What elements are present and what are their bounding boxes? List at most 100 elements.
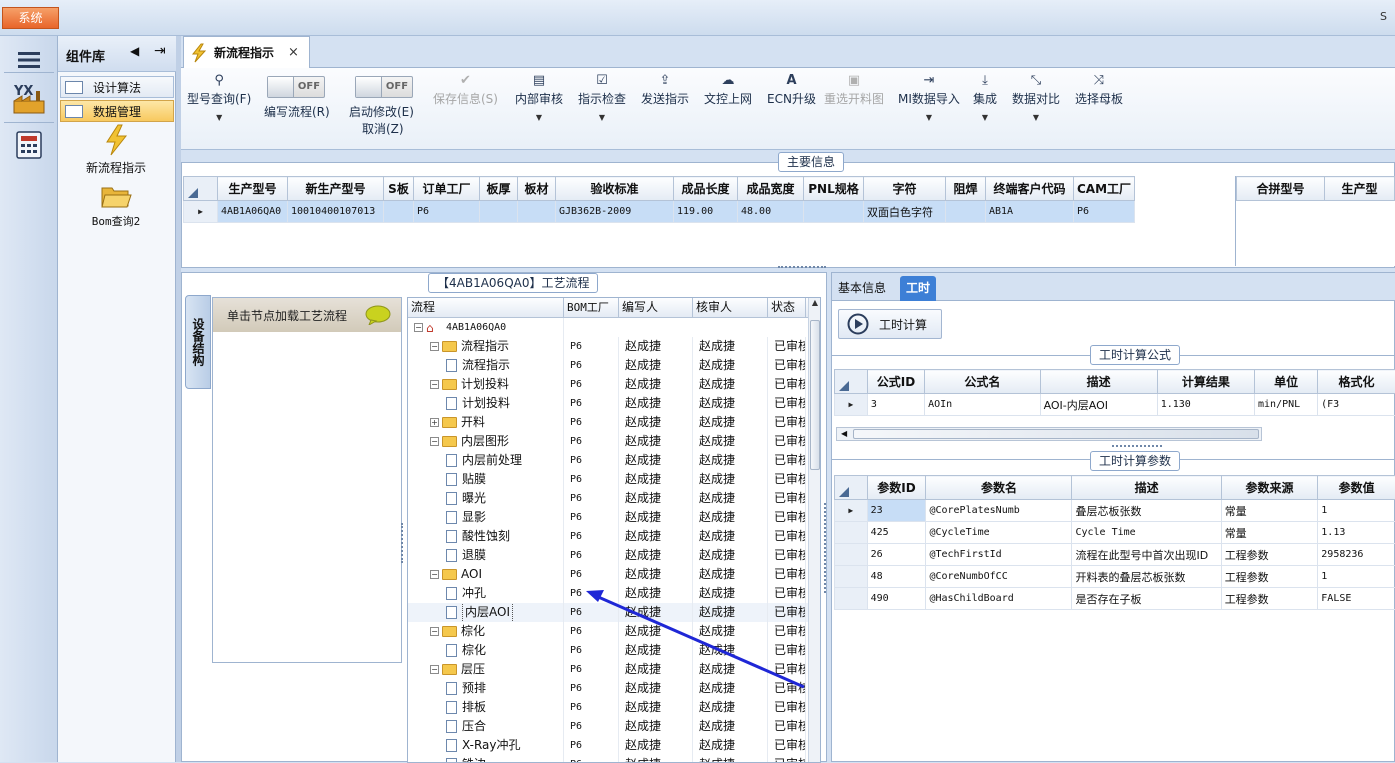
scroll-left-icon[interactable]: ◀ [841,428,847,440]
tab-work-hours[interactable]: 工时 [900,276,936,301]
row-indicator[interactable]: ▶ [835,394,868,416]
table-cell[interactable]: 10010400107013 [288,201,384,223]
data-compare-button[interactable]: ⤡ 数据对比 ▼ [1012,72,1060,132]
table-cell[interactable]: @CorePlatesNumb [926,500,1072,522]
tree-row[interactable]: −计划投料P6赵成捷赵成捷已审核 [408,375,820,394]
table-cell[interactable] [946,201,986,223]
table-cell[interactable]: (F3 [1318,394,1395,416]
tree-row[interactable]: −内层图形P6赵成捷赵成捷已审核 [408,432,820,451]
column-header[interactable]: 公式名 [925,370,1040,394]
tree-row[interactable]: 曝光P6赵成捷赵成捷已审核 [408,489,820,508]
tab-close-icon[interactable]: × [288,45,299,60]
edit-flow-toggle[interactable]: OFF [267,76,325,98]
scroll-up-icon[interactable]: ▲ [809,298,821,307]
column-header[interactable]: 阻焊 [946,177,986,201]
table-cell[interactable]: 48 [867,566,926,588]
send-instruction-button[interactable]: ⇪ 发送指示 [641,72,689,132]
table-row[interactable]: ▶4AB1A06QA010010400107013P6GJB362B-20091… [184,201,1135,223]
column-header[interactable]: 公式ID [867,370,924,394]
table-row[interactable]: ▶23@CorePlatesNumb叠层芯板张数常量1 [835,500,1395,522]
formula-h-scrollbar[interactable]: ◀ [836,427,1262,441]
tab-new-flow-instruction[interactable]: 新流程指示 × [183,36,310,68]
model-query-button[interactable]: ⚲ 型号查询(F) ▼ [187,72,251,132]
collapse-icon[interactable]: − [430,437,439,446]
internal-review-button[interactable]: ▤ 内部审核 ▼ [515,72,563,132]
table-cell[interactable]: 425 [867,522,926,544]
collapse-icon[interactable]: − [430,627,439,636]
vertical-splitter-grip[interactable] [778,266,826,271]
collapse-icon[interactable]: − [430,342,439,351]
row-indicator[interactable] [835,544,868,566]
column-header[interactable]: 生产型号 [218,177,288,201]
collapse-icon[interactable]: − [430,380,439,389]
column-header[interactable]: 流程 [408,298,564,317]
table-cell[interactable]: min/PNL [1255,394,1318,416]
scrollbar-thumb[interactable] [810,320,820,470]
table-row[interactable]: 26@TechFirstId流程在此型号中首次出现ID工程参数2958236 [835,544,1395,566]
column-header[interactable]: 终端客户代码 [986,177,1074,201]
tree-row[interactable]: 流程指示P6赵成捷赵成捷已审核 [408,356,820,375]
dropdown-arrow-icon[interactable]: ▼ [216,113,222,122]
table-cell[interactable]: 1 [1318,566,1395,588]
table-cell[interactable]: 叠层芯板张数 [1072,500,1221,522]
table-cell[interactable]: 4AB1A06QA0 [218,201,288,223]
pane-splitter-grip[interactable] [824,503,827,593]
column-header[interactable]: PNL规格 [804,177,864,201]
system-button[interactable]: 系统 [2,7,59,29]
column-header[interactable]: 验收标准 [556,177,674,201]
column-header[interactable]: 板厚 [480,177,518,201]
table-cell[interactable] [518,201,556,223]
tree-load-hint[interactable]: 单击节点加载工艺流程 [213,298,401,332]
dropdown-arrow-icon[interactable]: ▼ [1033,113,1039,122]
column-header[interactable]: S板 [384,177,414,201]
row-indicator[interactable] [835,566,868,588]
edit-flow-button[interactable]: 编写流程(R) [264,103,330,163]
horizontal-splitter-grip[interactable] [401,523,405,563]
scrollbar-thumb[interactable] [853,429,1259,439]
pin-panel-icon[interactable]: ⇥ [154,43,166,59]
factory-module-button[interactable]: YX [4,76,54,120]
table-cell[interactable]: P6 [1074,201,1135,223]
column-header[interactable]: 字符 [864,177,946,201]
column-header[interactable]: 计算结果 [1157,370,1254,394]
tree-row[interactable]: 内层前处理P6赵成捷赵成捷已审核 [408,451,820,470]
table-cell[interactable]: 常量 [1221,500,1318,522]
table-cell[interactable]: 48.00 [738,201,804,223]
column-header[interactable]: 核审人 [693,298,768,317]
table-cell[interactable]: 流程在此型号中首次出现ID [1072,544,1221,566]
table-cell[interactable]: @HasChildBoard [926,588,1072,610]
desktop-item-bom-query[interactable]: Bom查询2 [68,182,164,229]
column-header[interactable]: 参数名 [926,476,1072,500]
tree-row[interactable]: 显影P6赵成捷赵成捷已审核 [408,508,820,527]
tree-row[interactable]: −流程指示P6赵成捷赵成捷已审核 [408,337,820,356]
table-cell[interactable]: 23 [867,500,926,522]
dropdown-arrow-icon[interactable]: ▼ [926,113,932,122]
table-cell[interactable]: AB1A [986,201,1074,223]
column-header[interactable]: 成品宽度 [738,177,804,201]
column-header[interactable]: 新生产型号 [288,177,384,201]
save-info-button[interactable]: ✔ 保存信息(S) [433,72,498,132]
row-indicator[interactable] [835,522,868,544]
table-row[interactable]: 490@HasChildBoard是否存在子板工程参数FALSE [835,588,1395,610]
tree-row[interactable]: 退膜P6赵成捷赵成捷已审核 [408,546,820,565]
column-header[interactable]: 订单工厂 [414,177,480,201]
table-cell[interactable]: 1.13 [1318,522,1395,544]
table-cell[interactable]: 490 [867,588,926,610]
table-cell[interactable]: AOI-内层AOI [1040,394,1157,416]
column-header[interactable]: 状态 [768,298,806,317]
work-hours-calc-button[interactable]: 工时计算 [838,309,942,339]
table-cell[interactable]: GJB362B-2009 [556,201,674,223]
row-indicator[interactable] [835,588,868,610]
collapse-icon[interactable]: − [430,570,439,579]
expand-icon[interactable]: + [430,418,439,427]
table-cell[interactable]: 常量 [1221,522,1318,544]
column-header[interactable]: 生产型 [1324,177,1394,201]
dropdown-arrow-icon[interactable]: ▼ [536,113,542,122]
table-cell[interactable]: 3 [867,394,924,416]
table-cell[interactable]: 2958236 [1318,544,1395,566]
table-cell[interactable]: Cycle Time [1072,522,1221,544]
column-header[interactable]: 合拼型号 [1237,177,1325,201]
start-modify-toggle[interactable]: OFF [355,76,413,98]
instruction-check-button[interactable]: ☑ 指示检查 ▼ [578,72,626,132]
tree-root-row[interactable]: − ⌂ 4AB1A06QA0 [408,318,820,337]
